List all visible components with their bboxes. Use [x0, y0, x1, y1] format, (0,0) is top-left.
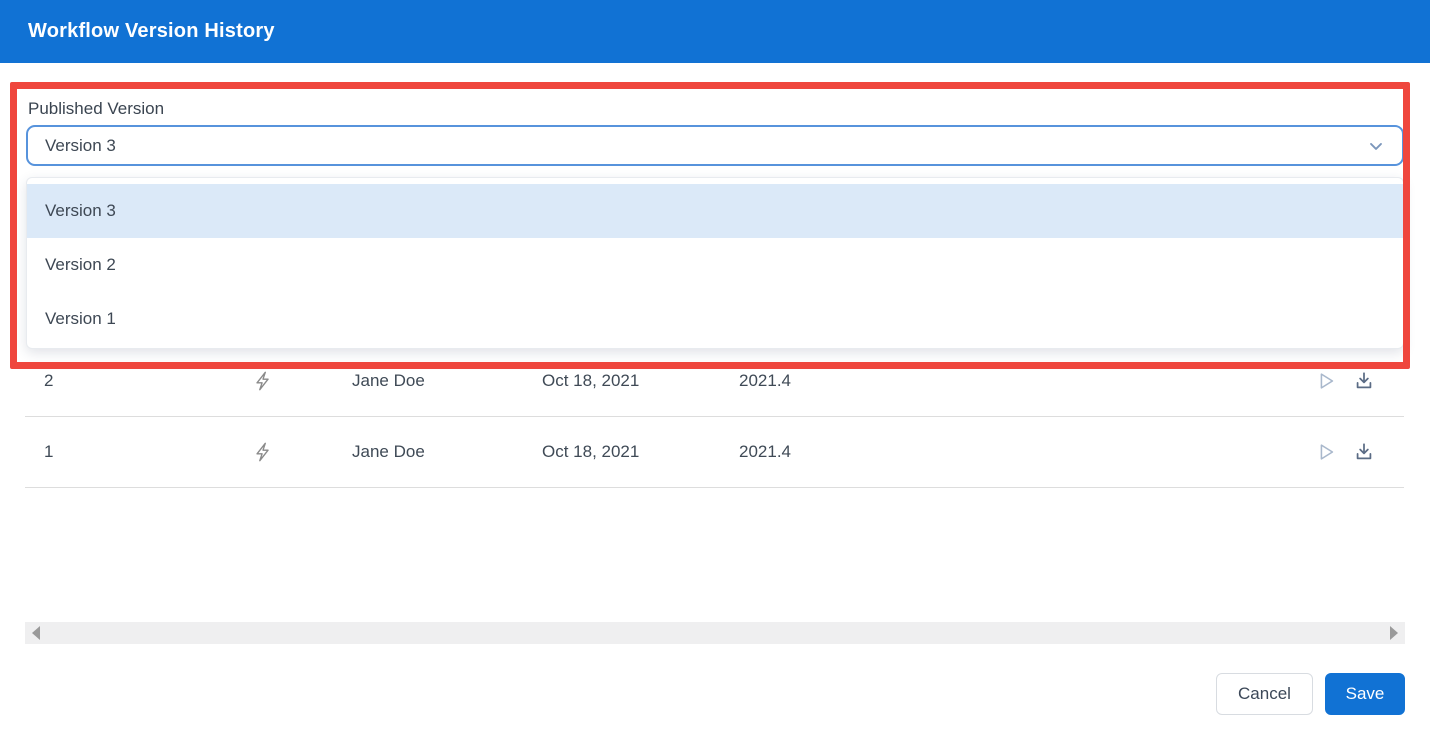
lightning-icon — [252, 370, 274, 392]
dropdown-option-version-1[interactable]: Version 1 — [27, 292, 1403, 346]
horizontal-scrollbar[interactable] — [25, 622, 1405, 644]
version-table-row: 2 Jane Doe Oct 18, 2021 2021.4 — [25, 346, 1404, 417]
play-icon[interactable] — [1315, 370, 1337, 392]
author-name: Jane Doe — [352, 442, 425, 461]
version-number: 1 — [44, 442, 54, 461]
version-date: Oct 18, 2021 — [542, 371, 640, 390]
lightning-icon — [252, 441, 274, 463]
cancel-button[interactable]: Cancel — [1216, 673, 1313, 715]
published-version-label: Published Version — [28, 99, 165, 118]
download-icon[interactable] — [1353, 370, 1375, 392]
dropdown-option-version-3[interactable]: Version 3 — [27, 184, 1403, 238]
save-button[interactable]: Save — [1325, 673, 1405, 715]
version-number: 2 — [44, 371, 54, 390]
release-version: 2021.4 — [739, 371, 791, 390]
release-version: 2021.4 — [739, 442, 791, 461]
play-icon[interactable] — [1315, 441, 1337, 463]
author-name: Jane Doe — [352, 371, 425, 390]
version-date: Oct 18, 2021 — [542, 442, 640, 461]
published-version-dropdown: Version 3 Version 2 Version 1 — [26, 177, 1404, 349]
chevron-down-icon — [1366, 136, 1386, 156]
published-version-select[interactable]: Version 3 — [26, 125, 1404, 166]
download-icon[interactable] — [1353, 441, 1375, 463]
dialog-header: Workflow Version History — [0, 0, 1430, 63]
scroll-right-arrow-icon[interactable] — [1390, 626, 1398, 640]
workflow-version-history-dialog: Workflow Version History Published Versi… — [0, 0, 1430, 736]
scroll-left-arrow-icon[interactable] — [32, 626, 40, 640]
published-version-selected-value: Version 3 — [45, 135, 116, 155]
dropdown-option-version-2[interactable]: Version 2 — [27, 238, 1403, 292]
version-table-row: 1 Jane Doe Oct 18, 2021 2021.4 — [25, 417, 1404, 488]
dialog-title: Workflow Version History — [28, 20, 275, 42]
